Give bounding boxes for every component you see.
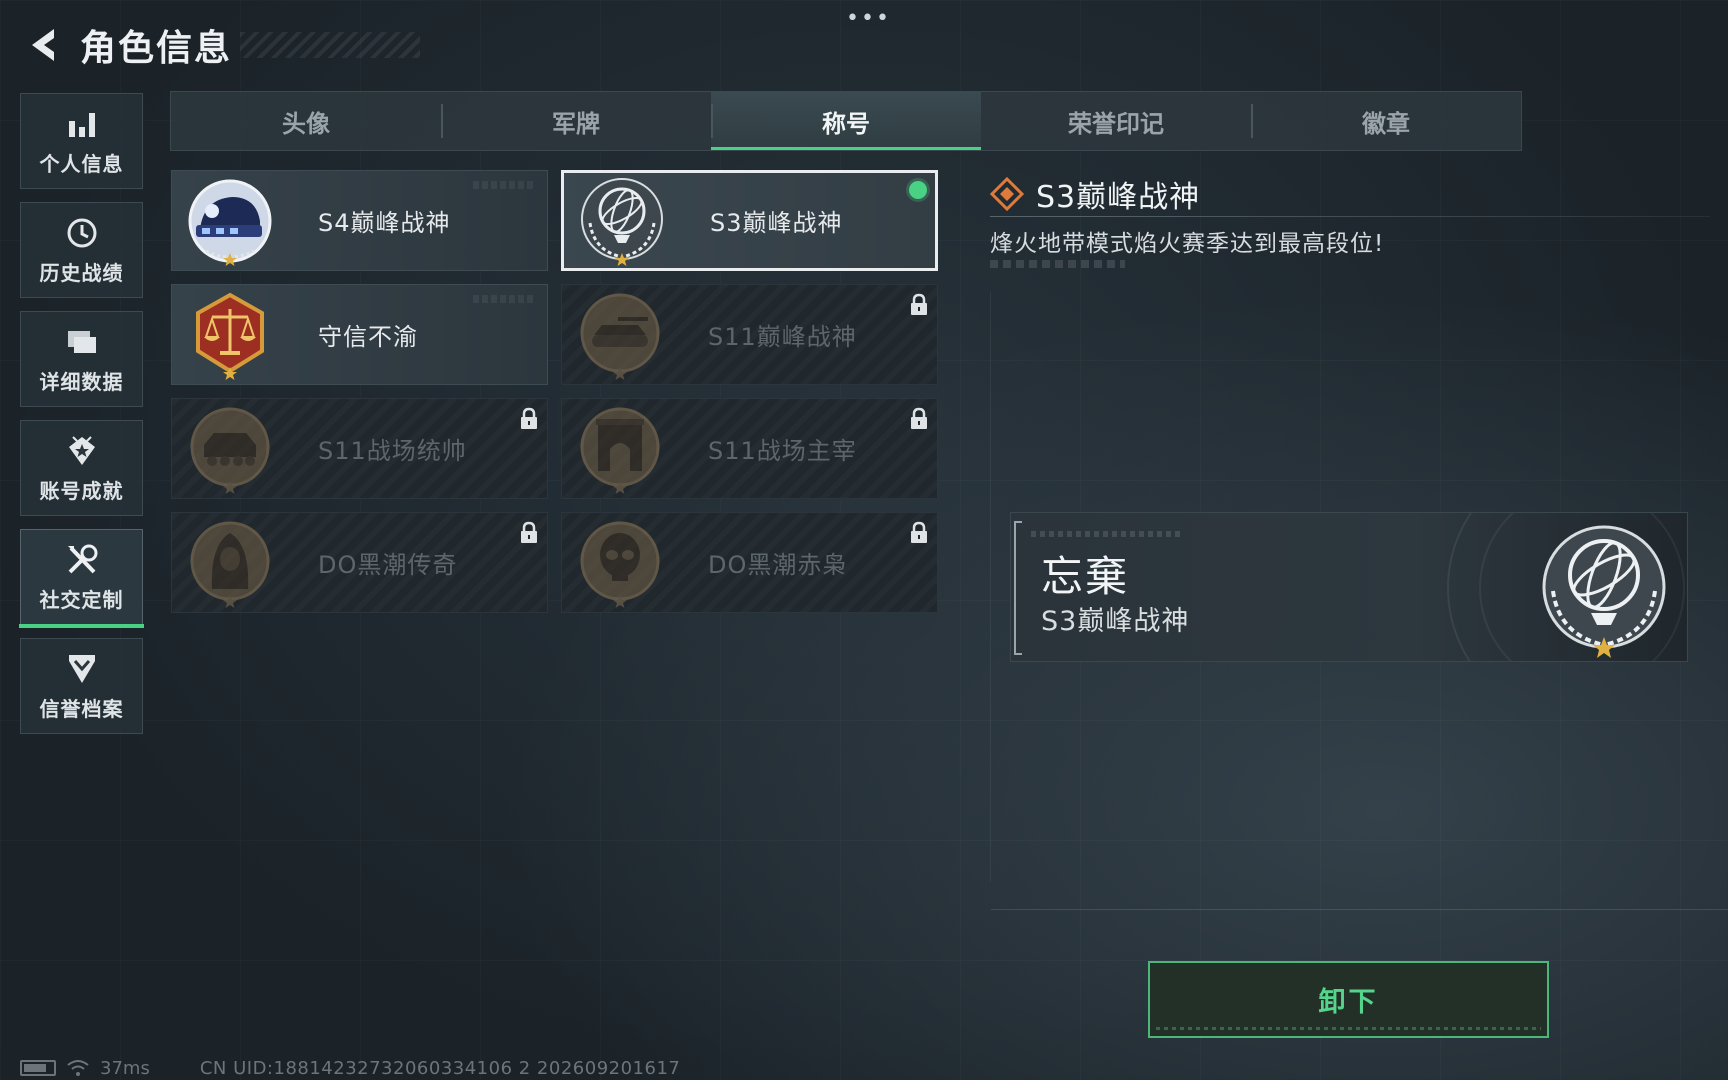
arch-emblem-icon [580, 407, 660, 494]
wifi-icon [67, 1060, 89, 1076]
frame-corner [1014, 521, 1024, 655]
detail-title: S3巅峰战神 [1036, 180, 1201, 215]
category-tabs: 头像 军牌 称号 荣誉印记 徽章 [170, 91, 1522, 151]
tab-dog-tag[interactable]: 军牌 [441, 92, 711, 150]
status-bar: 37ms CN UID:18814232732060334106 2 20260… [20, 1056, 680, 1080]
sidebar-item-personal-info[interactable]: 个人信息 [20, 93, 143, 189]
player-name: 忘棄 [1041, 552, 1130, 601]
title-label: S11战场主宰 [708, 437, 857, 465]
title-label: DO黑潮传奇 [318, 551, 458, 579]
back-button[interactable] [22, 23, 62, 67]
sidebar-item-label: 信誉档案 [39, 696, 124, 721]
lock-icon [521, 521, 537, 543]
skull-emblem-icon [580, 521, 660, 608]
shield-chevron-icon [64, 651, 100, 687]
armillary-globe-emblem-icon [1542, 525, 1666, 658]
sidebar-item-label: 社交定制 [39, 587, 124, 612]
nameplate-decoration [1031, 531, 1181, 537]
tab-title[interactable]: 称号 [711, 92, 981, 150]
nameplate-preview: 忘棄 S3巅峰战神 [1010, 512, 1688, 662]
detail-decoration [990, 260, 1125, 268]
title-label: DO黑潮赤枭 [708, 551, 848, 579]
equipped-indicator [909, 181, 927, 199]
sidebar-item-label: 历史战绩 [39, 260, 124, 285]
detail-header: S3巅峰战神 [990, 172, 1200, 216]
unequip-button[interactable]: 卸下 [1148, 961, 1549, 1038]
header: 角色信息 [22, 20, 421, 70]
sidebar-item-label: 账号成就 [39, 478, 124, 503]
sidebar-item-social-custom[interactable]: 社交定制 [19, 529, 144, 628]
more-menu-icon[interactable]: ••• [846, 6, 891, 31]
title-label: S3巅峰战神 [710, 209, 843, 237]
detail-description: 烽火地带模式焰火赛季达到最高段位! [990, 231, 1385, 257]
bar-chart-icon [64, 106, 100, 142]
tab-avatar[interactable]: 头像 [171, 92, 441, 150]
armillary-globe-emblem-icon [581, 177, 663, 266]
divider [990, 216, 1710, 217]
apc-emblem-icon [190, 407, 270, 494]
clock-history-icon [64, 215, 100, 251]
title-card-locked[interactable]: DO黑潮赤枭 [561, 512, 938, 613]
card-decoration [473, 295, 533, 303]
tab-badge[interactable]: 徽章 [1251, 92, 1521, 150]
sidebar: 个人信息 历史战绩 详细数据 账号成就 社交定制 信誉档案 [19, 93, 144, 747]
title-card-locked[interactable]: S11巅峰战神 [561, 284, 938, 385]
sidebar-item-achievements[interactable]: 账号成就 [20, 420, 143, 516]
page-title: 角色信息 [80, 28, 233, 69]
lock-icon [521, 407, 537, 429]
tools-icon [64, 542, 100, 578]
tank-emblem-icon [580, 293, 660, 380]
battery-icon [20, 1060, 56, 1076]
title-card[interactable]: 守信不渝 [171, 284, 548, 385]
diamond-rank-icon [990, 177, 1024, 211]
player-title: S3巅峰战神 [1041, 606, 1190, 637]
chevron-left-icon [32, 29, 54, 61]
latency-text: 37ms [100, 1057, 150, 1079]
title-label: S4巅峰战神 [318, 209, 451, 237]
title-label: S11战场统帅 [318, 437, 467, 465]
achievement-star-icon [64, 433, 100, 469]
scales-emblem-icon [196, 292, 264, 380]
title-card-selected[interactable]: S3巅峰战神 [561, 170, 938, 271]
helmet-emblem-icon [188, 179, 272, 266]
sidebar-item-history[interactable]: 历史战绩 [20, 202, 143, 298]
lock-icon [911, 293, 927, 315]
title-card-locked[interactable]: DO黑潮传奇 [171, 512, 548, 613]
title-card-locked[interactable]: S11战场主宰 [561, 398, 938, 499]
sidebar-item-detailed-data[interactable]: 详细数据 [20, 311, 143, 407]
lock-icon [911, 407, 927, 429]
card-decoration [473, 181, 533, 189]
title-label: S11巅峰战神 [708, 323, 857, 351]
title-decoration [240, 32, 421, 58]
title-card[interactable]: S4巅峰战神 [171, 170, 548, 271]
sidebar-item-label: 详细数据 [39, 369, 124, 394]
lock-icon [911, 521, 927, 543]
sidebar-item-label: 个人信息 [39, 151, 124, 176]
sidebar-item-reputation[interactable]: 信誉档案 [20, 638, 143, 734]
title-card-locked[interactable]: S11战场统帅 [171, 398, 548, 499]
title-label: 守信不渝 [318, 323, 418, 351]
tab-honor-mark[interactable]: 荣誉印记 [981, 92, 1251, 150]
uid-text: CN UID:18814232732060334106 2 2026092016… [199, 1057, 681, 1079]
folders-icon [64, 324, 100, 360]
hooded-figure-emblem-icon [190, 521, 270, 608]
